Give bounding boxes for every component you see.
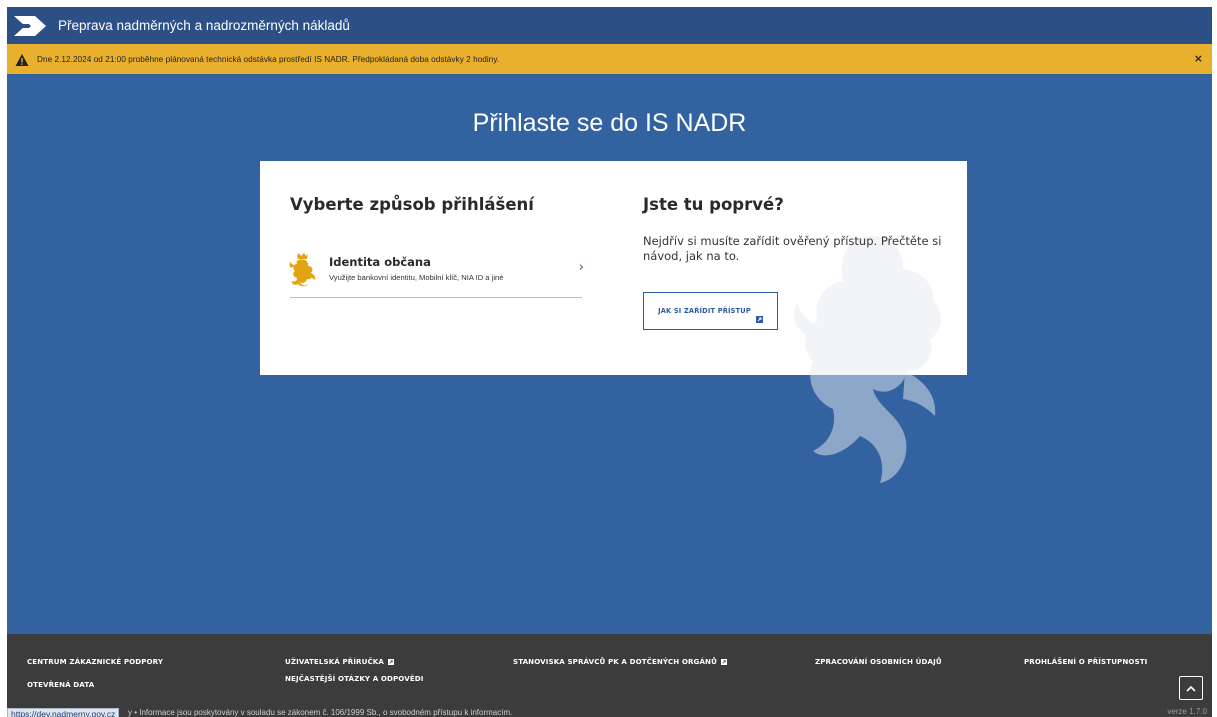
identity-option-title: Identita občana: [329, 255, 431, 269]
login-methods-heading: Vyberte způsob přihlášení: [290, 195, 534, 214]
how-to-get-access-button[interactable]: JAK SI ZAŘÍDIT PŘÍSTUP: [643, 292, 778, 330]
footer: CENTRUM ZÁKAZNICKÉ PODPORY OTEVŘENÁ DATA…: [7, 634, 1212, 717]
identity-option-subtitle: Využijte bankovní identitu, Mobilní klíč…: [329, 273, 504, 282]
arrow-chevron-logo-icon[interactable]: [13, 14, 47, 38]
footer-link-support[interactable]: CENTRUM ZÁKAZNICKÉ PODPORY: [27, 657, 163, 666]
citizen-identity-option[interactable]: Identita občana Využijte bankovní identi…: [289, 247, 584, 298]
external-link-icon: [755, 308, 763, 323]
external-link-icon: [387, 659, 394, 665]
footer-link-manual[interactable]: UŽIVATELSKÁ PŘÍRUČKA: [285, 657, 394, 666]
chevron-up-icon: [1186, 685, 1196, 692]
app-window: Přeprava nadměrných a nadrozměrných nákl…: [7, 7, 1212, 717]
top-bar: Přeprava nadměrných a nadrozměrných nákl…: [7, 7, 1212, 44]
app-title[interactable]: Přeprava nadměrných a nadrozměrných nákl…: [58, 18, 350, 33]
footer-legal-note: y • Informace jsou poskytovány v souladu…: [128, 708, 513, 717]
alert-text: Dne 2.12.2024 od 21:00 proběhne plánovan…: [37, 54, 500, 64]
footer-link-faq[interactable]: NEJČASTĚJŠÍ OTÁZKY A ODPOVĚDI: [285, 674, 424, 683]
footer-link-open-data[interactable]: OTEVŘENÁ DATA: [27, 680, 94, 689]
app-version: verze 1.7.0: [1167, 707, 1207, 716]
footer-link-opinions[interactable]: STANOVISKA SPRÁVCŮ PK A DOTČENÝCH ORGÁNŮ: [513, 657, 727, 666]
footer-link-accessibility[interactable]: PROHLÁŠENÍ O PŘÍSTUPNOSTI: [1024, 657, 1147, 666]
chevron-right-icon: ›: [578, 260, 584, 275]
login-card: Vyberte způsob přihlášení Identita občan…: [260, 161, 967, 483]
link-url-tooltip: https://dev.nadmerny.gov.cz: [7, 708, 120, 717]
close-icon[interactable]: ×: [1194, 52, 1203, 65]
warning-icon: [15, 52, 29, 66]
footer-link-privacy[interactable]: ZPRACOVÁNÍ OSOBNÍCH ÚDAJŮ: [815, 657, 942, 666]
czech-lion-emblem-icon: [289, 253, 317, 287]
scroll-to-top-button[interactable]: [1179, 676, 1203, 700]
first-time-heading: Jste tu poprvé?: [643, 195, 784, 214]
maintenance-alert: Dne 2.12.2024 od 21:00 proběhne plánovan…: [7, 44, 1212, 74]
opinions-link-label: STANOVISKA SPRÁVCŮ PK A DOTČENÝCH ORGÁNŮ: [513, 657, 717, 666]
first-time-text: Nejdřív si musíte zařídit ověřený přístu…: [643, 234, 942, 263]
access-button-label: JAK SI ZAŘÍDIT PŘÍSTUP: [658, 307, 751, 315]
czech-lion-watermark-icon: [794, 235, 941, 483]
page-title: Přihlaste se do IS NADR: [472, 109, 747, 137]
first-time-panel: Jste tu poprvé? Nejdřív si musíte zařídi…: [643, 195, 953, 330]
login-methods-panel: Vyberte způsob přihlášení Identita občan…: [289, 195, 584, 298]
manual-link-label: UŽIVATELSKÁ PŘÍRUČKA: [285, 657, 384, 666]
external-link-icon: [720, 659, 727, 665]
